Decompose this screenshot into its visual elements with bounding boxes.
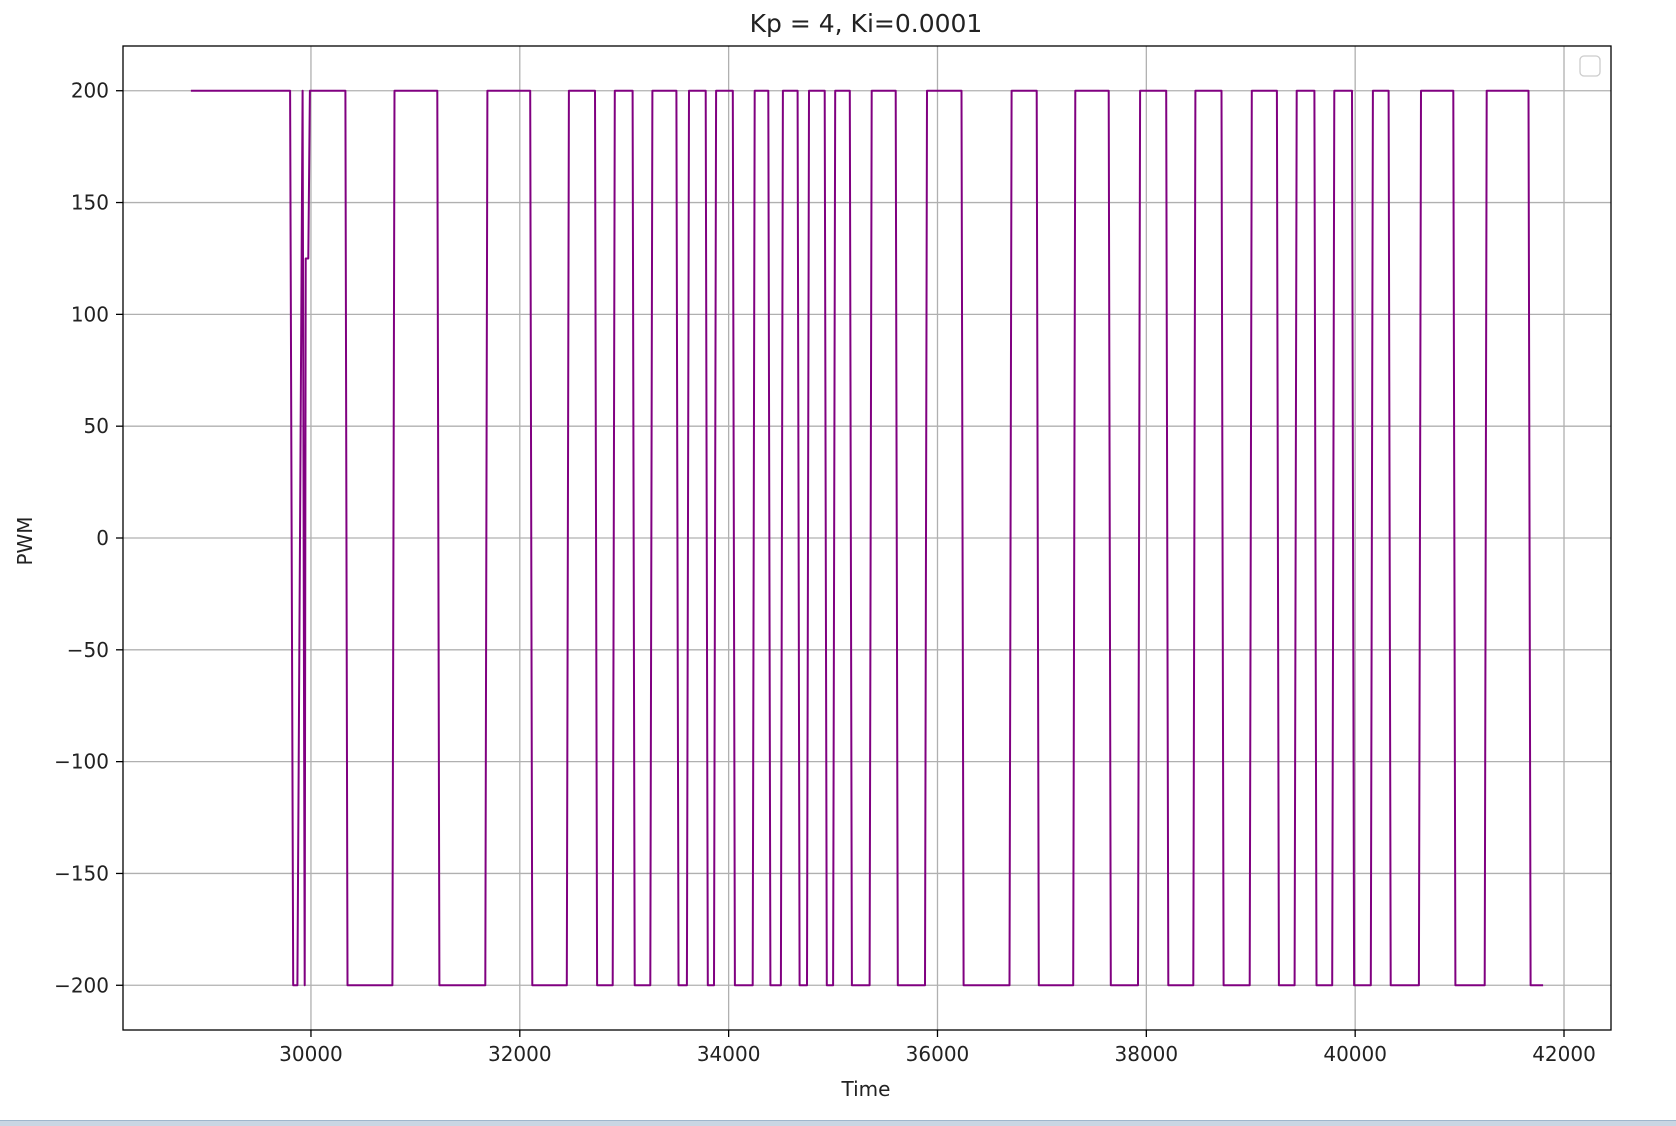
figure-background	[0, 0, 1676, 1120]
y-tick-label: −100	[54, 750, 109, 774]
y-tick-label: 200	[71, 79, 109, 103]
x-tick-label: 42000	[1532, 1042, 1596, 1066]
y-tick-label: −200	[54, 973, 109, 997]
legend-box	[1579, 55, 1601, 77]
x-tick-label: 36000	[906, 1042, 970, 1066]
y-tick-label: −50	[67, 638, 109, 662]
x-tick-label: 38000	[1115, 1042, 1179, 1066]
x-axis-label: Time	[841, 1077, 891, 1101]
y-tick-label: −150	[54, 861, 109, 885]
y-tick-label: 50	[84, 414, 109, 438]
x-tick-label: 32000	[488, 1042, 552, 1066]
y-tick-label: 0	[96, 526, 109, 550]
window-bottom-strip	[0, 1120, 1676, 1126]
y-tick-label: 150	[71, 191, 109, 215]
y-axis-label: PWM	[13, 516, 37, 565]
y-tick-label: 100	[71, 302, 109, 326]
pwm-time-chart: Kp = 4, Ki=0.0001 30000 32000 34000 36000 38…	[0, 0, 1676, 1120]
x-tick-label: 30000	[279, 1042, 343, 1066]
chart-title: Kp = 4, Ki=0.0001	[750, 9, 983, 38]
x-tick-label: 34000	[697, 1042, 761, 1066]
x-tick-label: 40000	[1323, 1042, 1387, 1066]
